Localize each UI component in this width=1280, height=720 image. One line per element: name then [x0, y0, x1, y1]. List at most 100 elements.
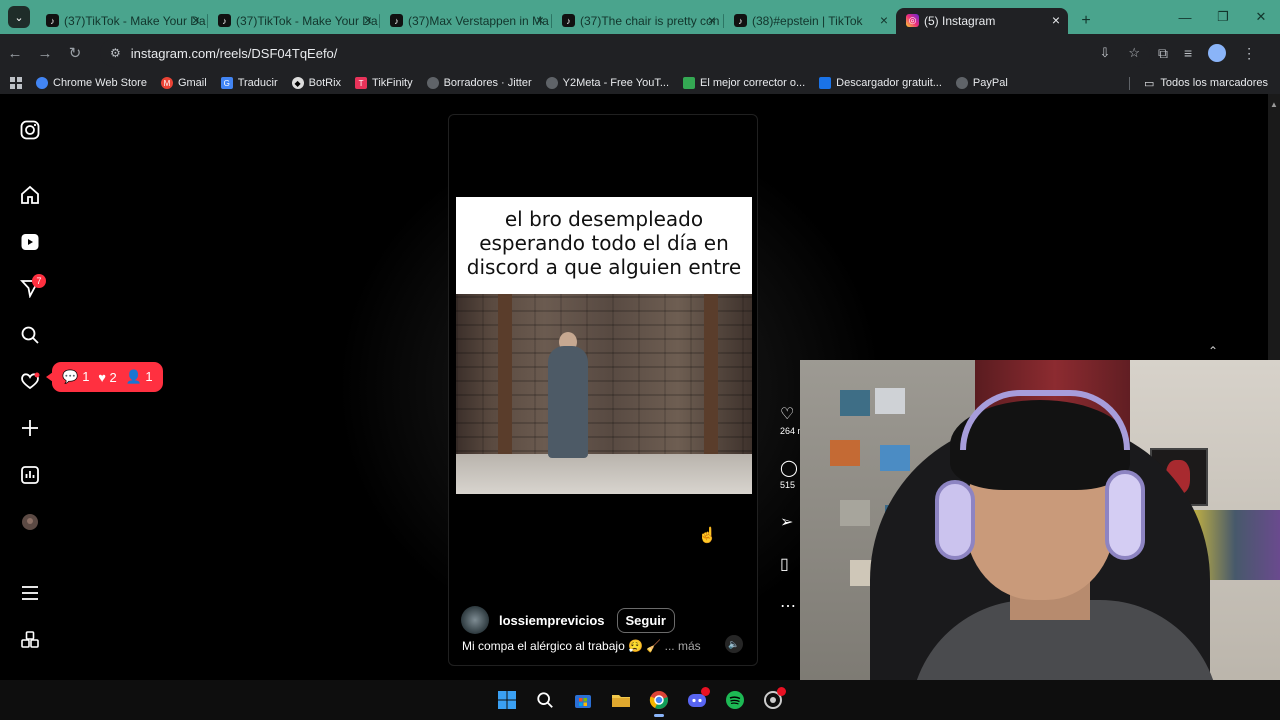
bookmark-item[interactable]: Chrome Web Store — [36, 77, 147, 89]
tiktok-icon: ♪ — [562, 14, 575, 27]
extensions-icon[interactable]: ⧉ — [1158, 45, 1168, 62]
tiktok-icon: ♪ — [218, 14, 231, 27]
all-bookmarks[interactable]: ▭ Todos los marcadores — [1128, 76, 1268, 90]
also-from-meta-icon[interactable] — [19, 629, 41, 651]
volume-icon[interactable]: 🔈 — [725, 635, 743, 653]
corrector-icon — [683, 77, 695, 89]
close-icon[interactable]: × — [364, 12, 372, 28]
close-window-icon[interactable]: ✕ — [1242, 0, 1280, 34]
webcam-overlay — [800, 360, 1280, 720]
close-icon[interactable]: × — [880, 12, 888, 28]
browser-tab-active[interactable]: ◎ (5) Instagram × — [896, 8, 1068, 34]
reel-caption: Mi compa el alérgico al trabajo 😮‍💨 🧹 ..… — [462, 639, 701, 653]
instagram-sidebar: 7 — [0, 94, 60, 680]
toolbar: ← → ↻ ⚙ instagram.com/reels/DSF04TqEefo/… — [0, 34, 1280, 72]
windows-start-icon[interactable] — [489, 682, 525, 718]
site-info-icon[interactable]: ⚙ — [110, 46, 121, 60]
author-username[interactable]: lossiemprevicios — [499, 613, 605, 628]
comment-count: 💬 1 — [62, 369, 90, 384]
bookmark-item[interactable]: T TikFinity — [355, 77, 413, 89]
tiktok-icon: ♪ — [46, 14, 59, 27]
media-icon[interactable]: ≡ — [1184, 45, 1192, 61]
notification-dot — [777, 687, 786, 696]
bookmark-item[interactable]: Borradores · Jitter — [426, 77, 532, 89]
heart-notifications-icon[interactable] — [19, 370, 41, 392]
author-avatar[interactable] — [461, 606, 489, 634]
bookmark-item[interactable]: Descargador gratuit... — [819, 77, 942, 89]
close-icon[interactable]: × — [192, 12, 200, 28]
instagram-icon: ◎ — [906, 14, 919, 27]
messages-badge: 7 — [32, 274, 46, 288]
notifications-popup[interactable]: 💬 1 ♥ 2 👤 1 — [46, 362, 163, 392]
chrome-icon[interactable] — [641, 682, 677, 718]
settings-app-icon[interactable] — [755, 682, 791, 718]
forward-icon[interactable]: → — [30, 45, 60, 62]
discord-icon[interactable] — [679, 682, 715, 718]
downloader-icon — [819, 77, 832, 89]
tab-title: (37)Max Verstappen in Ma — [408, 14, 549, 28]
tab-title: (38)#epstein | TikTok — [752, 14, 863, 28]
reel-video[interactable]: el bro desempleado esperando todo el día… — [448, 114, 758, 666]
install-icon[interactable]: ⇩ — [1099, 45, 1110, 61]
microsoft-store-icon[interactable] — [565, 682, 601, 718]
notification-dot — [701, 687, 710, 696]
previous-reel-icon[interactable]: ⌃ — [1208, 344, 1218, 358]
bookmark-item[interactable]: Y2Meta - Free YouT... — [545, 77, 669, 89]
browser-tab[interactable]: ♪ (37)Max Verstappen in Ma × — [380, 8, 552, 34]
reel-overlay-text: el bro desempleado esperando todo el día… — [456, 197, 752, 294]
address-bar[interactable]: ⚙ instagram.com/reels/DSF04TqEefo/ ⇩ ☆ — [100, 39, 1150, 67]
apps-icon[interactable] — [10, 77, 22, 89]
browser-tab[interactable]: ♪ (37)TikTok - Make Your Da × — [208, 8, 380, 34]
new-tab-button[interactable]: + — [1074, 9, 1098, 33]
tab-title: (5) Instagram — [924, 14, 996, 28]
tab-search-button[interactable]: ⌄ — [8, 6, 30, 28]
reel-author: lossiemprevicios Seguir — [461, 606, 675, 634]
follow-button[interactable]: Seguir — [616, 607, 675, 633]
chevron-down-icon: ⌄ — [14, 11, 24, 24]
taskbar-search-icon[interactable] — [527, 682, 563, 718]
tiktok-icon: ♪ — [390, 14, 403, 27]
bookmark-item[interactable]: G Traducir — [220, 77, 278, 89]
close-icon[interactable]: × — [1052, 12, 1060, 28]
tikfinity-icon: T — [355, 77, 368, 89]
globe-icon — [545, 77, 558, 89]
browser-tab[interactable]: ♪ (37)The chair is pretty con × — [552, 8, 724, 34]
scroll-up-icon[interactable]: ▲ — [1270, 100, 1278, 109]
windows-taskbar — [0, 680, 1280, 720]
instagram-logo-icon[interactable] — [19, 119, 41, 141]
tab-title: (37)The chair is pretty con — [580, 14, 720, 28]
translate-icon: G — [220, 77, 233, 89]
more-menu-icon[interactable] — [19, 582, 41, 604]
search-icon[interactable] — [19, 324, 41, 346]
spotify-icon[interactable] — [717, 682, 753, 718]
bookmark-item[interactable]: M Gmail — [160, 77, 207, 89]
send-icon: ➢ — [780, 514, 794, 531]
tab-strip: ⌄ ♪ (37)TikTok - Make Your Da × ♪ (37)Ti… — [0, 0, 1280, 34]
reels-icon[interactable] — [19, 231, 41, 253]
globe-icon — [955, 77, 968, 89]
file-explorer-icon[interactable] — [603, 682, 639, 718]
profile-avatar[interactable] — [1208, 44, 1227, 62]
bookmarks-bar: Chrome Web Store M Gmail G Traducir ◆ BotRi… — [0, 72, 1280, 94]
close-icon[interactable]: × — [536, 12, 544, 28]
close-icon[interactable]: × — [708, 12, 716, 28]
profile-avatar[interactable] — [19, 511, 41, 533]
bookmark-item[interactable]: ◆ BotRix — [291, 77, 341, 89]
restore-icon[interactable]: ❐ — [1204, 0, 1242, 34]
back-icon[interactable]: ← — [0, 45, 30, 62]
hand-cursor-icon: ☝ — [698, 527, 717, 544]
create-icon[interactable] — [19, 417, 41, 439]
minimize-icon[interactable]: — — [1166, 0, 1204, 34]
browser-tab[interactable]: ♪ (38)#epstein | TikTok × — [724, 8, 896, 34]
bookmark-item[interactable]: PayPal — [955, 77, 1008, 89]
reload-icon[interactable]: ↻ — [60, 44, 90, 62]
more-link[interactable]: ... más — [665, 639, 701, 653]
bookmark-star-icon[interactable]: ☆ — [1128, 45, 1140, 61]
tiktok-icon: ♪ — [734, 14, 747, 27]
home-icon[interactable] — [19, 184, 41, 206]
menu-icon[interactable]: ⋮ — [1242, 45, 1256, 62]
bookmark-item[interactable]: El mejor corrector o... — [683, 77, 805, 89]
dashboard-icon[interactable] — [19, 464, 41, 486]
browser-tab[interactable]: ♪ (37)TikTok - Make Your Da × — [36, 8, 208, 34]
tab-title: (37)TikTok - Make Your Da — [236, 14, 378, 28]
